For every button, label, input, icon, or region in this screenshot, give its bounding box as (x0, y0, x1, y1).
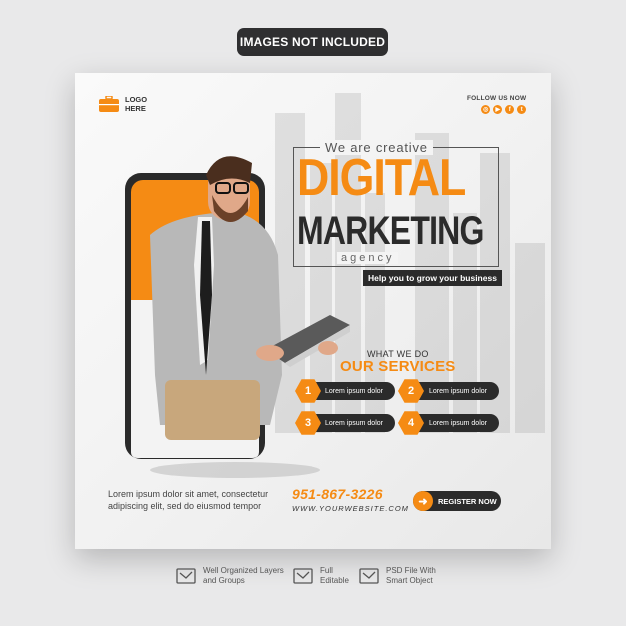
service-label: Lorem ipsum dolor (429, 387, 487, 395)
feature-line1: PSD File With (386, 566, 436, 575)
logo-line1: LOGO (125, 95, 148, 104)
feature-text: PSD File With Smart Object (386, 566, 436, 586)
headline-marketing: MARKETING (297, 209, 484, 253)
feature-line2: and Groups (203, 576, 245, 585)
feature-layers: Well Organized Layers and Groups (176, 566, 284, 586)
feature-line1: Well Organized Layers (203, 566, 284, 575)
layers-icon (176, 568, 196, 584)
feature-editable: Full Editable (293, 566, 349, 586)
feature-psd: PSD File With Smart Object (359, 566, 436, 586)
briefcase-icon (99, 96, 119, 112)
headline-agency: agency (337, 252, 399, 264)
phone-number[interactable]: 951-867-3226 (292, 486, 383, 502)
youtube-icon[interactable]: ▶ (493, 105, 503, 114)
instagram-icon[interactable]: ◎ (481, 105, 491, 114)
logo-text: LOGO HERE (125, 95, 147, 113)
arrow-right-icon[interactable]: ➜ (413, 491, 433, 511)
social-icons: ◎ ▶ f t (467, 105, 527, 114)
logo-line2: HERE (125, 104, 146, 113)
brand-logo: LOGO HERE (99, 95, 147, 113)
service-label: Lorem ipsum dolor (325, 419, 383, 427)
tagline: Help you to grow your business (363, 270, 502, 286)
twitter-icon[interactable]: t (517, 105, 527, 114)
website-url[interactable]: WWW.YOURWEBSITE.COM (292, 504, 409, 513)
feature-line1: Full (320, 566, 333, 575)
psd-file-icon (359, 568, 379, 584)
facebook-icon[interactable]: f (505, 105, 515, 114)
services-title: OUR SERVICES (340, 358, 456, 375)
images-not-included-badge: IMAGES NOT INCLUDED (237, 28, 388, 56)
feature-text: Well Organized Layers and Groups (203, 566, 284, 586)
service-label: Lorem ipsum dolor (429, 419, 487, 427)
edit-icon (293, 568, 313, 584)
service-label: Lorem ipsum dolor (325, 387, 383, 395)
feature-line2: Editable (320, 576, 349, 585)
headline-digital: DIGITAL (297, 149, 466, 207)
follow-us: FOLLOW US NOW ◎ ▶ f t (467, 95, 527, 114)
feature-text: Full Editable (320, 566, 349, 586)
feature-line2: Smart Object (386, 576, 433, 585)
features-row: Well Organized Layers and Groups Full Ed… (0, 566, 626, 596)
social-media-post: LOGO HERE FOLLOW US NOW ◎ ▶ f t We are c… (75, 73, 551, 549)
body-line2: adipiscing elit, sed do eiusmod tempor (108, 501, 262, 511)
body-line1: Lorem ipsum dolor sit amet, consectetur (108, 489, 269, 499)
body-text: Lorem ipsum dolor sit amet, consectetur … (108, 488, 288, 512)
follow-label: FOLLOW US NOW (467, 95, 527, 102)
